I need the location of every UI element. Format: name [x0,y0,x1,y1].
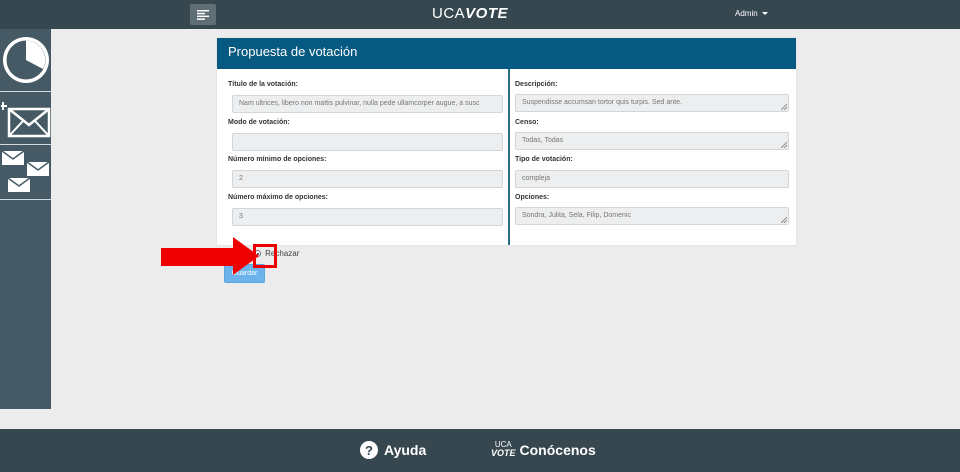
annotation-arrow-icon [161,237,259,275]
descripcion-value: Suspendisse accumsan tortor quis turpis.… [522,99,682,106]
min-opciones-label: Número mínimo de opciones: [228,156,327,163]
tipo-field[interactable]: compleja [515,170,789,188]
max-opciones-label: Número máximo de opciones: [228,194,328,201]
panel-title: Propuesta de votación [217,38,796,69]
footer: ? Ayuda UCA VOTE Conócenos [0,429,960,472]
censo-value: Todas, Todas [522,137,564,144]
about-link[interactable]: UCA VOTE Conócenos [491,441,596,458]
brand-logo[interactable]: UCAVOTE [432,5,508,22]
user-menu-label: Admin [735,9,758,18]
user-menu-dropdown[interactable]: Admin [735,9,768,18]
modo-label: Modo de votación: [228,119,290,126]
opciones-label: Opciones: [515,194,550,201]
tipo-label: Tipo de votación: [515,156,573,163]
max-opciones-field[interactable]: 3 [232,208,503,226]
brand-suffix: VOTE [465,5,509,22]
opciones-value: Sondra, Julita, Sela, Filip, Domenic [522,212,631,219]
min-opciones-field[interactable]: 2 [232,170,503,188]
add-mail-icon [0,101,50,137]
modo-field[interactable] [232,133,503,151]
menu-icon [197,9,209,20]
sidebar-item-messages[interactable] [0,146,51,200]
help-link[interactable]: ? Ayuda [360,441,426,459]
sidebar-item-new-vote[interactable] [0,93,51,145]
resize-handle-icon[interactable] [781,217,787,223]
titulo-field[interactable]: Nam ultrices, libero non mattis pulvinar… [232,95,503,113]
pie-chart-icon [2,37,49,83]
censo-label: Censo: [515,119,539,126]
mini-logo-bottom: VOTE [491,448,516,458]
right-column: Descripción: Suspendisse accumsan tortor… [510,69,796,245]
top-navbar: UCAVOTE Admin [0,0,960,29]
sidebar-item-results[interactable] [0,29,51,92]
descripcion-textarea[interactable]: Suspendisse accumsan tortor quis turpis.… [515,94,789,112]
brand-prefix: UCA [432,5,466,22]
question-icon: ? [360,441,378,459]
censo-textarea[interactable]: Todas, Todas [515,132,789,150]
left-column: Título de la votación: Nam ultrices, lib… [217,69,508,245]
help-label: Ayuda [384,442,427,458]
about-label: Conócenos [519,441,596,458]
vote-proposal-panel: Propuesta de votación Título de la votac… [217,38,796,245]
resize-handle-icon[interactable] [781,104,787,110]
sidebar [0,29,51,409]
mini-logo: UCA VOTE [491,441,516,458]
opciones-textarea[interactable]: Sondra, Julita, Sela, Filip, Domenic [515,207,789,225]
descripcion-label: Descripción: [515,81,558,88]
resize-handle-icon[interactable] [781,142,787,148]
menu-toggle-button[interactable] [190,4,216,25]
multiple-mail-icon [1,149,49,192]
titulo-label: Título de la votación: [228,81,299,88]
annotation-highlight-box [253,244,277,268]
caret-down-icon [761,12,768,16]
